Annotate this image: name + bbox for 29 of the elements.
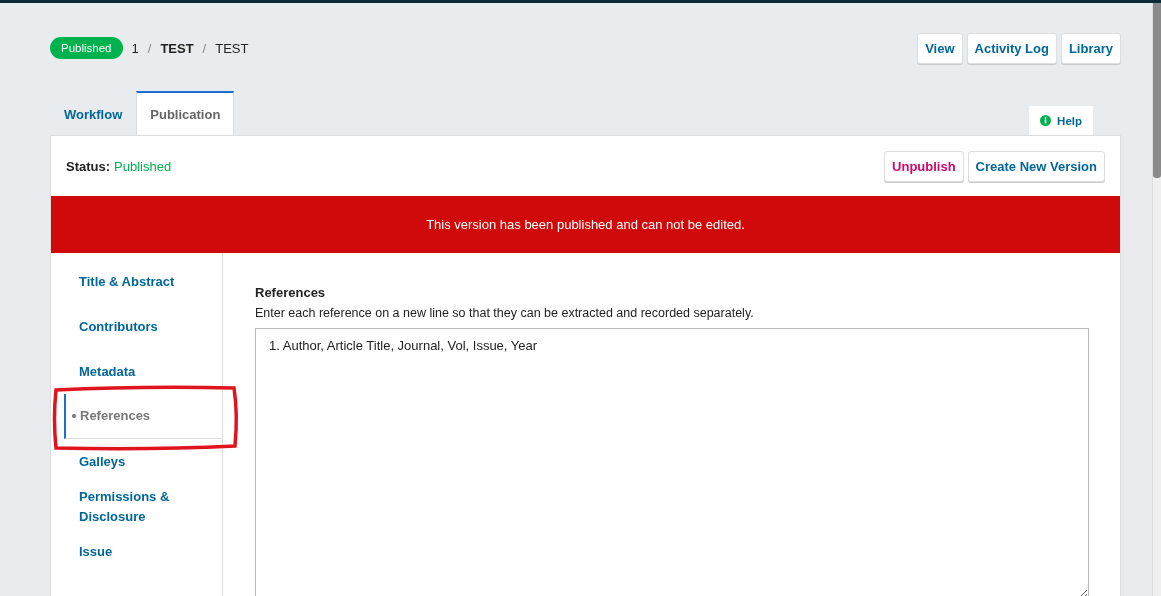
status-badge: Published bbox=[50, 37, 123, 59]
scrollbar-thumb[interactable] bbox=[1153, 3, 1161, 178]
status-value: Published bbox=[114, 159, 172, 174]
notice-banner: This version has been published and can not be edited. bbox=[51, 196, 1120, 253]
breadcrumb-item: TEST bbox=[215, 40, 249, 56]
header-button[interactable]: View bbox=[917, 32, 963, 64]
bullet-icon bbox=[72, 414, 76, 418]
field-label: References bbox=[255, 285, 327, 300]
breadcrumb-separator: / bbox=[202, 40, 207, 56]
breadcrumb-separator: / bbox=[147, 40, 152, 56]
header-button[interactable]: Activity Log bbox=[966, 32, 1057, 64]
sidebar-item[interactable]: Permissions & Disclosure bbox=[51, 484, 222, 529]
help-tab[interactable]: Help bbox=[1029, 106, 1093, 135]
references-field[interactable]: 1. Author, Article Title, Journal, Vol, Issue, Year bbox=[255, 328, 1089, 596]
sidebar-item[interactable]: Title & Abstract bbox=[51, 259, 222, 304]
sidebar-item[interactable]: Contributors bbox=[51, 304, 222, 349]
header-button[interactable]: Library bbox=[1060, 32, 1121, 64]
info-icon bbox=[1040, 115, 1052, 126]
unpublish-button[interactable]: Unpublish bbox=[884, 150, 964, 182]
field-description: Enter each reference on a new line so that they can be extracted and recorded separately. bbox=[255, 306, 755, 320]
tab[interactable]: Workflow bbox=[50, 91, 137, 135]
sidebar-item[interactable]: Metadata bbox=[51, 349, 222, 394]
status-label: Status: bbox=[66, 159, 111, 174]
sidebar-item[interactable]: Issue bbox=[51, 529, 222, 574]
breadcrumb-item: TEST bbox=[160, 40, 194, 56]
tab[interactable]: Publication bbox=[136, 91, 235, 135]
sidebar-item[interactable]: Galleys bbox=[51, 439, 222, 484]
action-button[interactable]: Create New Version bbox=[967, 150, 1105, 182]
breadcrumb-item: 1 bbox=[131, 40, 139, 56]
